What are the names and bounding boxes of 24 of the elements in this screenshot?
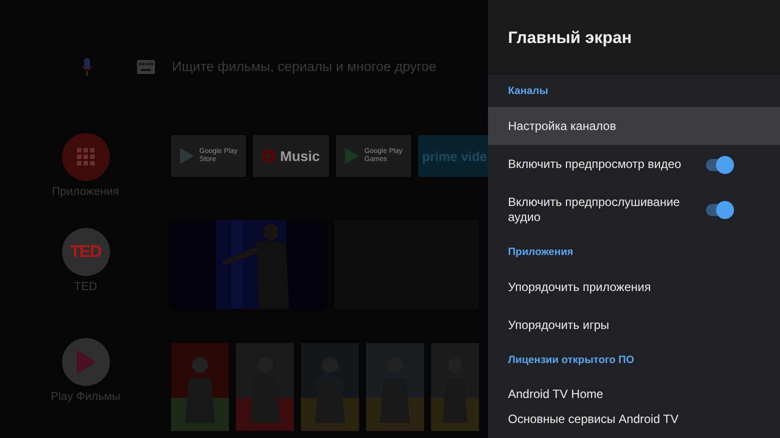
music-tile[interactable]: Music <box>253 135 329 177</box>
toggle-label: Включить предпрослушивание аудио <box>508 195 681 225</box>
section-header: Каналы <box>508 85 548 97</box>
keyboard-icon[interactable] <box>137 60 155 74</box>
toggle-label: Включить предпросмотр видео <box>508 157 682 172</box>
toggle-switch[interactable] <box>706 204 732 216</box>
toggle-row[interactable]: Включить предпрослушивание аудио <box>488 184 780 236</box>
play-triangle-icon <box>179 147 196 165</box>
toggle-row[interactable]: Включить предпросмотр видео <box>488 145 780 184</box>
menu-item[interactable]: Настройка каналов <box>488 107 780 145</box>
menu-item[interactable]: Упорядочить приложения <box>488 268 780 306</box>
menu-item[interactable]: Упорядочить игры <box>488 306 780 344</box>
film-icon[interactable] <box>62 338 110 386</box>
menu-item[interactable]: Android TV Home <box>488 376 780 412</box>
microphone-icon[interactable] <box>80 56 94 76</box>
panel-title: Главный экран <box>508 29 632 48</box>
play-triangle-icon <box>344 147 360 165</box>
tile-label: Music <box>280 148 320 164</box>
play-circle-icon <box>262 149 276 163</box>
section-header: Приложения <box>508 246 574 258</box>
section-header: Лицензии открытого ПО <box>508 354 634 366</box>
menu-item[interactable]: Основные сервисы Android TV <box>488 412 780 430</box>
toggle-switch[interactable] <box>706 158 732 170</box>
apps-grid-icon[interactable] <box>62 133 110 181</box>
